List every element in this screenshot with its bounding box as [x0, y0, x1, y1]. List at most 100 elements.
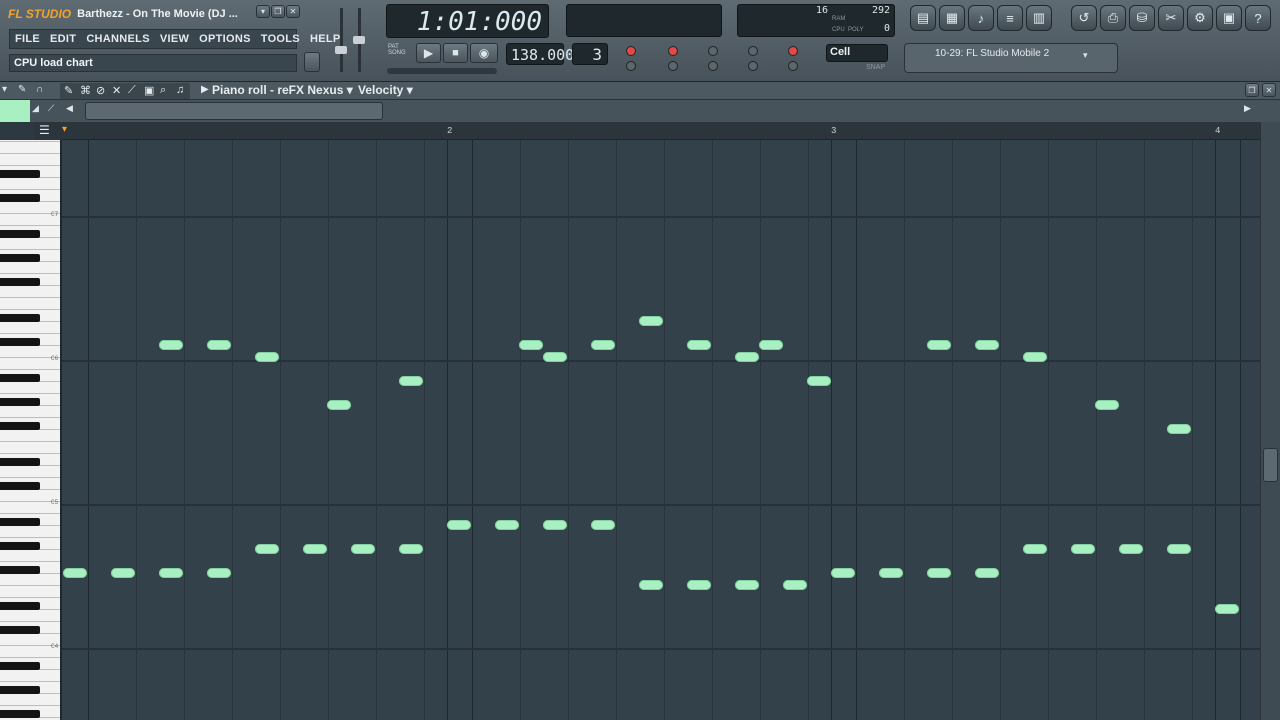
note[interactable] — [831, 568, 855, 578]
black-key[interactable] — [0, 254, 40, 262]
note[interactable] — [1071, 544, 1095, 554]
note[interactable] — [687, 340, 711, 350]
note[interactable] — [327, 400, 351, 410]
black-key[interactable] — [0, 686, 40, 694]
note[interactable] — [543, 352, 567, 362]
settings-icon[interactable]: ⚙ — [1187, 5, 1213, 31]
note[interactable] — [159, 568, 183, 578]
browser-dropdown[interactable]: 10-29: FL Studio Mobile 2 ▾ — [904, 43, 1118, 73]
play-button[interactable]: ▶ — [416, 43, 441, 63]
menu-options[interactable]: OPTIONS — [199, 33, 251, 45]
step-sequencer-icon[interactable]: ▦ — [939, 5, 965, 31]
restore-pianoroll-button[interactable]: ❐ — [1245, 83, 1259, 97]
record-led-icon[interactable] — [626, 46, 636, 56]
velocity-target-selector[interactable]: Velocity ▾ — [358, 83, 413, 97]
note[interactable] — [447, 520, 471, 530]
black-key[interactable] — [0, 458, 40, 466]
window-menu-button[interactable]: ▾ — [256, 5, 270, 18]
note[interactable] — [111, 568, 135, 578]
speaker-icon[interactable]: ♫ — [176, 84, 184, 96]
note[interactable] — [399, 544, 423, 554]
select-icon[interactable]: ▣ — [144, 84, 154, 97]
option-led-icon[interactable] — [748, 61, 758, 71]
project-info-icon[interactable]: ▣ — [1216, 5, 1242, 31]
black-key[interactable] — [0, 278, 40, 286]
note[interactable] — [1119, 544, 1143, 554]
note[interactable] — [927, 568, 951, 578]
help-icon[interactable]: ? — [1245, 5, 1271, 31]
horizontal-scrollbar-thumb[interactable] — [85, 102, 383, 120]
note[interactable] — [159, 340, 183, 350]
note[interactable] — [759, 340, 783, 350]
black-key[interactable] — [0, 170, 40, 178]
scroll-left-icon[interactable]: ◀ — [66, 103, 80, 119]
note[interactable] — [639, 580, 663, 590]
note[interactable] — [255, 352, 279, 362]
menu-tools[interactable]: TOOLS — [261, 33, 300, 45]
delete-icon[interactable]: ⊘ — [96, 84, 105, 97]
black-key[interactable] — [0, 710, 40, 718]
piano-roll-title[interactable]: Piano roll - reFX Nexus ▾ — [212, 83, 353, 97]
black-key[interactable] — [0, 374, 40, 382]
tool-icon[interactable]: ✎ — [18, 84, 32, 98]
note[interactable] — [783, 580, 807, 590]
note[interactable] — [543, 520, 567, 530]
zoom-icon[interactable]: ⌕ — [160, 84, 166, 97]
pencil-icon[interactable]: ✎ — [64, 84, 73, 97]
black-key[interactable] — [0, 518, 40, 526]
note[interactable] — [495, 520, 519, 530]
note[interactable] — [807, 376, 831, 386]
black-key[interactable] — [0, 314, 40, 322]
time-display[interactable]: 1:01:000 — [386, 4, 549, 38]
note[interactable] — [639, 316, 663, 326]
note[interactable] — [591, 340, 615, 350]
note[interactable] — [975, 340, 999, 350]
option-led-icon[interactable] — [708, 46, 718, 56]
close-pianoroll-button[interactable]: ✕ — [1262, 83, 1276, 97]
playlist-icon[interactable]: ▤ — [910, 5, 936, 31]
black-key[interactable] — [0, 626, 40, 634]
record-led-icon[interactable] — [668, 46, 678, 56]
note[interactable] — [1095, 400, 1119, 410]
note[interactable] — [687, 580, 711, 590]
note[interactable] — [255, 544, 279, 554]
stop-button[interactable]: ■ — [443, 43, 468, 63]
option-led-icon[interactable] — [708, 61, 718, 71]
note[interactable] — [975, 568, 999, 578]
note[interactable] — [1167, 544, 1191, 554]
tempo-display[interactable]: 138.000 — [506, 43, 574, 65]
black-key[interactable] — [0, 566, 40, 574]
pattern-display[interactable]: 3 — [572, 43, 608, 65]
brush-icon[interactable]: ⌘ — [80, 84, 91, 97]
hint-scroll[interactable] — [304, 52, 320, 72]
close-button[interactable]: ✕ — [286, 5, 300, 18]
black-key[interactable] — [0, 194, 40, 202]
zoom-slider-icon[interactable]: ⟋ — [48, 103, 62, 119]
record-button[interactable]: ◉ — [470, 43, 498, 63]
menu-channels[interactable]: CHANNELS — [86, 33, 150, 45]
master-pitch-knob[interactable] — [353, 36, 365, 44]
timeline-ruler[interactable]: ▾ 2 3 4 — [62, 122, 1260, 140]
note-grid[interactable] — [62, 140, 1260, 720]
browser-icon[interactable]: ≡ — [997, 5, 1023, 31]
vertical-scrollbar-thumb[interactable] — [1263, 448, 1278, 482]
option-led-icon[interactable] — [748, 46, 758, 56]
note[interactable] — [1023, 544, 1047, 554]
note[interactable] — [351, 544, 375, 554]
piano-keyboard[interactable]: C7 C6 C5 C4 — [0, 140, 62, 720]
black-key[interactable] — [0, 602, 40, 610]
snap-selector[interactable]: Cell — [826, 44, 888, 62]
note[interactable] — [1167, 424, 1191, 434]
note[interactable] — [519, 340, 543, 350]
mixer-icon[interactable]: ▥ — [1026, 5, 1052, 31]
piano-roll-icon[interactable]: ♪ — [968, 5, 994, 31]
black-key[interactable] — [0, 338, 40, 346]
scroll-right-icon[interactable]: ▶ — [1244, 103, 1258, 119]
option-led-icon[interactable] — [788, 61, 798, 71]
black-key[interactable] — [0, 482, 40, 490]
note[interactable] — [591, 520, 615, 530]
black-key[interactable] — [0, 542, 40, 550]
piano-menu-button[interactable]: ☰ — [34, 122, 62, 140]
note[interactable] — [1215, 604, 1239, 614]
undo-icon[interactable]: ↺ — [1071, 5, 1097, 31]
